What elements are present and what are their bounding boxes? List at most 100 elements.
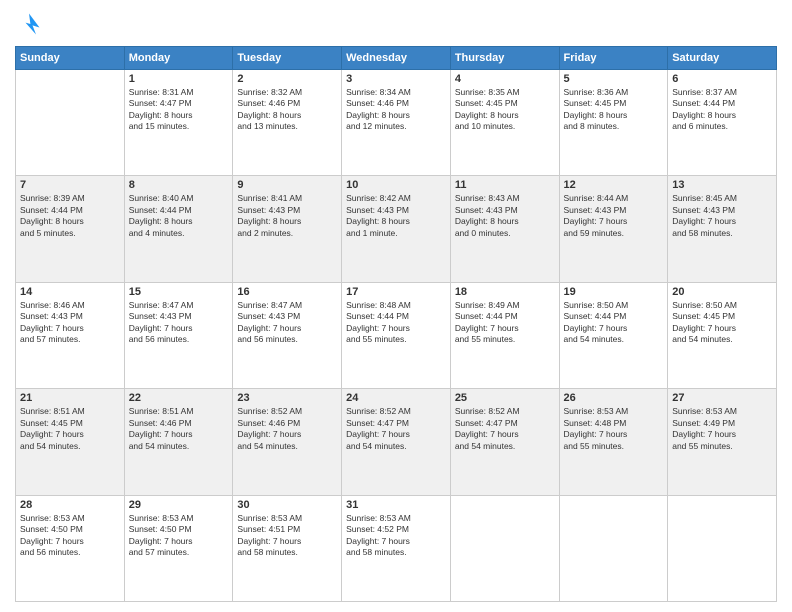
day-info: Sunrise: 8:52 AM Sunset: 4:47 PM Dayligh… bbox=[455, 406, 555, 452]
col-header-wednesday: Wednesday bbox=[342, 47, 451, 70]
day-info: Sunrise: 8:48 AM Sunset: 4:44 PM Dayligh… bbox=[346, 300, 446, 346]
day-cell: 4 Sunrise: 8:35 AM Sunset: 4:45 PM Daylig… bbox=[450, 70, 559, 176]
day-info: Sunrise: 8:39 AM Sunset: 4:44 PM Dayligh… bbox=[20, 193, 120, 239]
day-cell: 25 Sunrise: 8:52 AM Sunset: 4:47 PM Dayli… bbox=[450, 389, 559, 495]
day-info: Sunrise: 8:45 AM Sunset: 4:43 PM Dayligh… bbox=[672, 193, 772, 239]
day-info: Sunrise: 8:41 AM Sunset: 4:43 PM Dayligh… bbox=[237, 193, 337, 239]
day-cell: 10Sunrise: 8:42 AM Sunset: 4:43 PM Dayli… bbox=[342, 176, 451, 282]
header bbox=[15, 10, 777, 38]
day-number: 24 bbox=[346, 392, 446, 404]
day-number: 12 bbox=[564, 179, 664, 191]
day-number: 10 bbox=[346, 179, 446, 191]
day-info: Sunrise: 8:32 AM Sunset: 4:46 PM Dayligh… bbox=[237, 87, 337, 133]
day-info: Sunrise: 8:50 AM Sunset: 4:44 PM Dayligh… bbox=[564, 300, 664, 346]
day-number: 13 bbox=[672, 179, 772, 191]
day-number: 25 bbox=[455, 392, 555, 404]
day-info: Sunrise: 8:36 AM Sunset: 4:45 PM Dayligh… bbox=[564, 87, 664, 133]
week-row-1: 1 Sunrise: 8:31 AM Sunset: 4:47 PM Daylig… bbox=[16, 70, 777, 176]
day-info: Sunrise: 8:40 AM Sunset: 4:44 PM Dayligh… bbox=[129, 193, 229, 239]
col-header-saturday: Saturday bbox=[668, 47, 777, 70]
day-cell: 1 Sunrise: 8:31 AM Sunset: 4:47 PM Daylig… bbox=[124, 70, 233, 176]
week-row-4: 21Sunrise: 8:51 AM Sunset: 4:45 PM Dayli… bbox=[16, 389, 777, 495]
day-cell bbox=[668, 495, 777, 601]
day-cell: 8 Sunrise: 8:40 AM Sunset: 4:44 PM Daylig… bbox=[124, 176, 233, 282]
day-number: 26 bbox=[564, 392, 664, 404]
day-number: 16 bbox=[237, 286, 337, 298]
day-number: 1 bbox=[129, 73, 229, 85]
day-number: 14 bbox=[20, 286, 120, 298]
day-number: 5 bbox=[564, 73, 664, 85]
day-number: 28 bbox=[20, 499, 120, 511]
day-info: Sunrise: 8:47 AM Sunset: 4:43 PM Dayligh… bbox=[129, 300, 229, 346]
day-number: 3 bbox=[346, 73, 446, 85]
day-number: 22 bbox=[129, 392, 229, 404]
day-info: Sunrise: 8:53 AM Sunset: 4:51 PM Dayligh… bbox=[237, 513, 337, 559]
day-cell: 7 Sunrise: 8:39 AM Sunset: 4:44 PM Daylig… bbox=[16, 176, 125, 282]
day-info: Sunrise: 8:43 AM Sunset: 4:43 PM Dayligh… bbox=[455, 193, 555, 239]
day-info: Sunrise: 8:35 AM Sunset: 4:45 PM Dayligh… bbox=[455, 87, 555, 133]
day-info: Sunrise: 8:52 AM Sunset: 4:46 PM Dayligh… bbox=[237, 406, 337, 452]
day-cell: 16 Sunrise: 8:47 AM Sunset: 4:43 PM Dayli… bbox=[233, 282, 342, 388]
day-cell: 9 Sunrise: 8:41 AM Sunset: 4:43 PM Daylig… bbox=[233, 176, 342, 282]
day-cell: 3 Sunrise: 8:34 AM Sunset: 4:46 PM Daylig… bbox=[342, 70, 451, 176]
day-number: 8 bbox=[129, 179, 229, 191]
day-cell: 20Sunrise: 8:50 AM Sunset: 4:45 PM Dayli… bbox=[668, 282, 777, 388]
day-number: 30 bbox=[237, 499, 337, 511]
day-number: 6 bbox=[672, 73, 772, 85]
page: SundayMondayTuesdayWednesdayThursdayFrid… bbox=[0, 0, 792, 612]
day-number: 18 bbox=[455, 286, 555, 298]
day-info: Sunrise: 8:47 AM Sunset: 4:43 PM Dayligh… bbox=[237, 300, 337, 346]
day-cell: 30 Sunrise: 8:53 AM Sunset: 4:51 PM Dayli… bbox=[233, 495, 342, 601]
col-header-sunday: Sunday bbox=[16, 47, 125, 70]
day-cell: 23 Sunrise: 8:52 AM Sunset: 4:46 PM Dayli… bbox=[233, 389, 342, 495]
day-number: 4 bbox=[455, 73, 555, 85]
day-number: 29 bbox=[129, 499, 229, 511]
day-cell: 13 Sunrise: 8:45 AM Sunset: 4:43 PM Dayli… bbox=[668, 176, 777, 282]
day-info: Sunrise: 8:53 AM Sunset: 4:50 PM Dayligh… bbox=[129, 513, 229, 559]
day-number: 9 bbox=[237, 179, 337, 191]
day-cell bbox=[450, 495, 559, 601]
day-info: Sunrise: 8:31 AM Sunset: 4:47 PM Dayligh… bbox=[129, 87, 229, 133]
day-cell: 5 Sunrise: 8:36 AM Sunset: 4:45 PM Daylig… bbox=[559, 70, 668, 176]
day-info: Sunrise: 8:52 AM Sunset: 4:47 PM Dayligh… bbox=[346, 406, 446, 452]
day-info: Sunrise: 8:53 AM Sunset: 4:49 PM Dayligh… bbox=[672, 406, 772, 452]
day-cell: 18 Sunrise: 8:49 AM Sunset: 4:44 PM Dayli… bbox=[450, 282, 559, 388]
day-info: Sunrise: 8:34 AM Sunset: 4:46 PM Dayligh… bbox=[346, 87, 446, 133]
calendar-table: SundayMondayTuesdayWednesdayThursdayFrid… bbox=[15, 46, 777, 602]
day-number: 23 bbox=[237, 392, 337, 404]
day-number: 2 bbox=[237, 73, 337, 85]
day-cell: 28 Sunrise: 8:53 AM Sunset: 4:50 PM Dayli… bbox=[16, 495, 125, 601]
day-number: 19 bbox=[564, 286, 664, 298]
day-cell: 26Sunrise: 8:53 AM Sunset: 4:48 PM Dayli… bbox=[559, 389, 668, 495]
day-cell bbox=[16, 70, 125, 176]
logo-icon bbox=[15, 10, 43, 38]
day-number: 7 bbox=[20, 179, 120, 191]
header-row: SundayMondayTuesdayWednesdayThursdayFrid… bbox=[16, 47, 777, 70]
day-cell: 2 Sunrise: 8:32 AM Sunset: 4:46 PM Daylig… bbox=[233, 70, 342, 176]
logo bbox=[15, 10, 47, 38]
day-number: 27 bbox=[672, 392, 772, 404]
day-cell: 17 Sunrise: 8:48 AM Sunset: 4:44 PM Dayli… bbox=[342, 282, 451, 388]
day-cell: 11Sunrise: 8:43 AM Sunset: 4:43 PM Dayli… bbox=[450, 176, 559, 282]
day-info: Sunrise: 8:49 AM Sunset: 4:44 PM Dayligh… bbox=[455, 300, 555, 346]
day-cell: 22Sunrise: 8:51 AM Sunset: 4:46 PM Dayli… bbox=[124, 389, 233, 495]
col-header-thursday: Thursday bbox=[450, 47, 559, 70]
day-info: Sunrise: 8:53 AM Sunset: 4:50 PM Dayligh… bbox=[20, 513, 120, 559]
week-row-5: 28 Sunrise: 8:53 AM Sunset: 4:50 PM Dayli… bbox=[16, 495, 777, 601]
col-header-friday: Friday bbox=[559, 47, 668, 70]
day-info: Sunrise: 8:51 AM Sunset: 4:45 PM Dayligh… bbox=[20, 406, 120, 452]
day-info: Sunrise: 8:53 AM Sunset: 4:52 PM Dayligh… bbox=[346, 513, 446, 559]
week-row-3: 14 Sunrise: 8:46 AM Sunset: 4:43 PM Dayli… bbox=[16, 282, 777, 388]
day-cell: 24 Sunrise: 8:52 AM Sunset: 4:47 PM Dayli… bbox=[342, 389, 451, 495]
day-info: Sunrise: 8:44 AM Sunset: 4:43 PM Dayligh… bbox=[564, 193, 664, 239]
day-cell: 31 Sunrise: 8:53 AM Sunset: 4:52 PM Dayli… bbox=[342, 495, 451, 601]
day-number: 17 bbox=[346, 286, 446, 298]
day-info: Sunrise: 8:37 AM Sunset: 4:44 PM Dayligh… bbox=[672, 87, 772, 133]
day-cell: 6 Sunrise: 8:37 AM Sunset: 4:44 PM Daylig… bbox=[668, 70, 777, 176]
day-cell: 19 Sunrise: 8:50 AM Sunset: 4:44 PM Dayli… bbox=[559, 282, 668, 388]
day-info: Sunrise: 8:46 AM Sunset: 4:43 PM Dayligh… bbox=[20, 300, 120, 346]
day-cell: 29 Sunrise: 8:53 AM Sunset: 4:50 PM Dayli… bbox=[124, 495, 233, 601]
day-cell: 21Sunrise: 8:51 AM Sunset: 4:45 PM Dayli… bbox=[16, 389, 125, 495]
day-number: 31 bbox=[346, 499, 446, 511]
day-info: Sunrise: 8:50 AM Sunset: 4:45 PM Dayligh… bbox=[672, 300, 772, 346]
